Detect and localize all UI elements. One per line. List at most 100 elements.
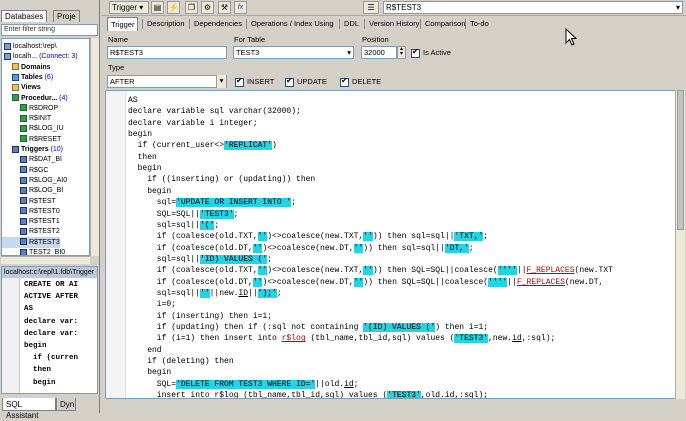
tree-item-label: R$DAT_BI bbox=[29, 156, 62, 164]
explorer-tabs: Databases Proje bbox=[0, 10, 100, 22]
trigger-icon bbox=[20, 238, 27, 246]
tab-comparison[interactable]: Comparison bbox=[422, 17, 468, 31]
code-token: if (coalesce(old.TXT, bbox=[128, 232, 258, 242]
ddl-preview-header: localhost:c:\repl\1.fdb\Trigger bbox=[2, 267, 97, 278]
code-token: SQL=SQL|| bbox=[128, 209, 201, 219]
tab-todo[interactable]: To-do bbox=[467, 17, 492, 31]
code-token: begin bbox=[128, 186, 172, 196]
checkbox-checked-icon bbox=[235, 76, 244, 87]
trigger-icon bbox=[20, 228, 27, 236]
ddl-preview-line: if (curren bbox=[24, 354, 79, 363]
is-active-label: Is Active bbox=[423, 48, 451, 57]
copy-icon[interactable]: ❐ bbox=[185, 1, 198, 14]
editor-vertical-scrollbar[interactable] bbox=[675, 90, 685, 399]
update-checkbox[interactable]: UPDATE bbox=[285, 76, 327, 87]
code-token: )<>coalesce(new.DT, bbox=[262, 277, 354, 287]
code-line: insert into r$log (tbl_name,tbl_id,sql) … bbox=[128, 390, 489, 399]
tab-projects[interactable]: Proje bbox=[53, 10, 80, 22]
for-table-select[interactable]: TEST3 ▾ bbox=[233, 46, 354, 59]
position-spinner[interactable]: ▴ ▾ bbox=[397, 46, 406, 59]
string-literal: '' bbox=[353, 243, 364, 253]
database-tree: localhost:\rep\ localh... (Connect: 3) Dom… bbox=[1, 38, 90, 256]
tab-separator bbox=[189, 19, 190, 29]
type-value: AFTER bbox=[110, 77, 135, 86]
tree-item-label: R$TEST3 bbox=[29, 238, 60, 246]
code-token: (new.TXT bbox=[574, 266, 613, 276]
trigger-menu-button[interactable]: Trigger ▾ bbox=[109, 1, 149, 14]
code-line: if (coalesce(old.DT, '')<>coalesce(new.DT… bbox=[128, 243, 474, 254]
tools-icon[interactable]: ⚒ bbox=[218, 1, 231, 14]
filter-input[interactable]: Enter filter string bbox=[1, 24, 98, 36]
tab-description[interactable]: Description bbox=[144, 17, 188, 31]
code-line: if (inserting) then i=1; bbox=[128, 311, 272, 322]
type-label: Type bbox=[108, 63, 125, 72]
tree-item[interactable]: TEST2_BI0 bbox=[2, 247, 65, 255]
name-field[interactable]: R$TEST3 bbox=[107, 46, 227, 59]
save-icon[interactable]: ▤ bbox=[151, 1, 164, 14]
tab-operations-index-using[interactable]: Operations / Index Using bbox=[248, 17, 337, 31]
ddl-preview-line: begin bbox=[24, 342, 47, 350]
for-table-value: TEST3 bbox=[236, 48, 260, 57]
tab-dynamic[interactable]: Dyn bbox=[56, 398, 76, 411]
code-token: if (inserting) then i=1; bbox=[128, 311, 273, 321]
trigger-icon bbox=[20, 197, 27, 205]
bottom-tabs: SQL Assistant Dyn bbox=[0, 397, 100, 420]
code-token: if (coalesce(old.TXT, bbox=[128, 266, 258, 276]
tree-item-label: Procedur... bbox=[21, 94, 58, 102]
object-name-field[interactable]: R$TEST3 ▾ bbox=[383, 1, 683, 14]
string-literal: '' bbox=[353, 277, 364, 287]
code-token: if (coalesce(old.DT, bbox=[128, 277, 253, 287]
position-field[interactable]: 32000 bbox=[361, 46, 397, 59]
tab-version-history[interactable]: Version History bbox=[366, 17, 422, 31]
delete-checkbox[interactable]: DELETE bbox=[340, 76, 381, 87]
trigger-icon bbox=[20, 217, 27, 225]
code-token: )<>coalesce(new.TXT, bbox=[267, 266, 364, 276]
code-line: begin bbox=[128, 367, 171, 378]
string-literal: '' bbox=[363, 266, 373, 276]
database-icon bbox=[4, 42, 11, 50]
code-token: ; bbox=[483, 232, 489, 242]
string-literal: '' bbox=[257, 232, 268, 242]
scrollbar-thumb[interactable] bbox=[677, 90, 684, 230]
function-icon[interactable]: fx bbox=[234, 1, 247, 14]
code-token: ) bbox=[272, 141, 277, 151]
trigger-editor: Trigger ▾ ▤ ⚡ ❐ ⚙ ⚒ fx ☰ R$TEST3 ▾ Trigg… bbox=[101, 0, 686, 413]
tree-horizontal-scrollbar[interactable] bbox=[1, 256, 90, 264]
ddl-preview-line: declare var: bbox=[24, 317, 79, 326]
compile-icon[interactable]: ⚡ bbox=[167, 1, 180, 14]
code-token: id bbox=[512, 334, 522, 344]
ddl-preview-panel: localhost:c:\repl\1.fdb\Trigger CREATE O… bbox=[1, 266, 98, 394]
navigate-icon[interactable]: ☰ bbox=[363, 1, 379, 14]
string-literal: '''' bbox=[488, 277, 508, 287]
string-literal: 'TXT,' bbox=[454, 232, 484, 242]
is-active-checkbox[interactable]: Is Active bbox=[411, 47, 451, 58]
tab-ddl[interactable]: DDL bbox=[341, 17, 362, 31]
tab-trigger[interactable]: Trigger bbox=[107, 17, 139, 31]
properties-icon[interactable]: ⚙ bbox=[201, 1, 214, 14]
chevron-down-icon: ▾ bbox=[139, 3, 144, 12]
code-token: )<>coalesce(new.DT, bbox=[262, 243, 354, 253]
sql-code-editor[interactable]: AS declare variable sql varchar(32000); de… bbox=[105, 90, 680, 399]
code-token: begin bbox=[128, 368, 172, 378]
tree-item-label: R$LOG_BI bbox=[29, 187, 64, 195]
trigger-icon bbox=[20, 166, 27, 174]
code-token: )) then SQL=SQL||coalesce( bbox=[372, 266, 498, 276]
ddl-preview-line: CREATE OR AI bbox=[24, 281, 79, 289]
code-line: AS bbox=[128, 95, 138, 106]
tree-vertical-scrollbar[interactable] bbox=[90, 38, 99, 256]
tab-sql-assistant[interactable]: SQL Assistant bbox=[2, 398, 56, 420]
ddl-preview-line: then bbox=[24, 366, 52, 375]
code-token: || bbox=[248, 288, 258, 298]
tab-dependencies[interactable]: Dependencies bbox=[191, 17, 245, 31]
type-select[interactable]: AFTER ▾ bbox=[107, 75, 227, 88]
checkbox-checked-icon bbox=[340, 76, 349, 87]
trigger-icon bbox=[20, 207, 27, 215]
code-token: ,old.id,:sql); bbox=[420, 391, 489, 399]
code-token: sql=sql|| bbox=[128, 254, 201, 264]
tab-databases[interactable]: Databases bbox=[1, 10, 48, 22]
string-literal: 'UPDATE OR INSERT INTO ' bbox=[176, 198, 292, 208]
code-token: begin bbox=[128, 164, 162, 174]
insert-checkbox[interactable]: INSERT bbox=[235, 76, 274, 87]
string-literal: 'DELETE FROM TEST3 WHERE ID=' bbox=[176, 379, 316, 389]
code-token: if (coalesce(old.DT, bbox=[128, 243, 253, 253]
